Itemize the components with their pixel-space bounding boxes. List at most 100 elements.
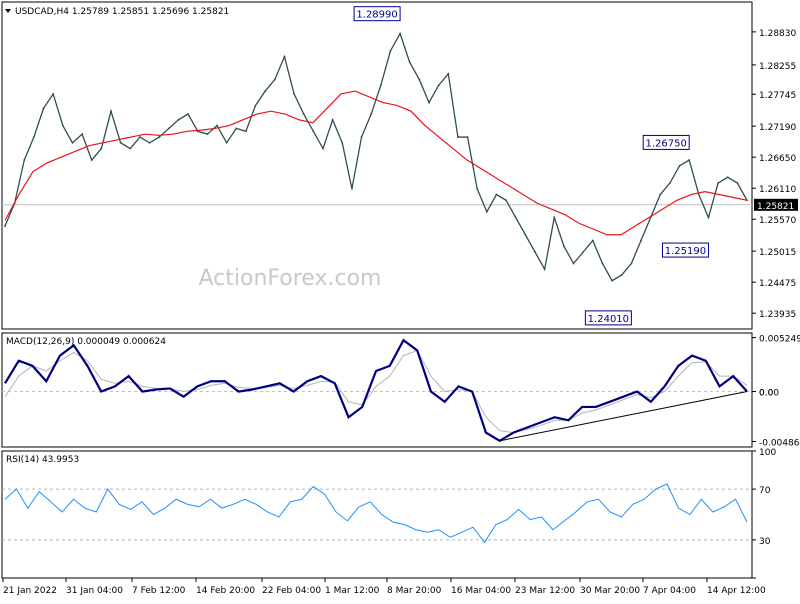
close-point [707,216,710,219]
close-point [736,182,739,184]
close-point [591,239,594,242]
close-point [659,193,662,196]
current-price-label: 1.25821 [757,202,794,212]
price-tick-label: 1.25570 [759,216,796,226]
close-point [582,251,585,253]
watermark: ActionForex.com [199,266,382,291]
close-point [553,216,556,219]
close-point [225,141,228,144]
price-tick-label: 1.27190 [759,123,796,133]
close-point [601,262,604,265]
close-point [399,32,401,35]
price-tick-label: 1.23935 [759,310,796,320]
close-point [543,268,546,271]
close-point [697,193,700,196]
x-tick-label: 7 Feb 12:00 [132,586,186,596]
price-header-text: USDCAD,H4 1.25789 1.25851 1.25696 1.2582… [15,7,229,17]
close-point [312,130,315,133]
close-point [726,176,729,179]
rsi-tick-label: 100 [759,448,776,458]
rsi-tick-label: 30 [759,537,771,547]
close-point [717,182,719,184]
close-point [534,251,536,253]
close-point [418,78,421,81]
annotation-label: 1.28990 [356,10,397,21]
close-point [466,136,469,138]
close-point [283,55,286,58]
close-point [322,147,324,150]
close-point [71,141,74,144]
close-point [90,159,93,161]
close-point [341,141,344,144]
macd-value-label: 0.00 [759,389,779,399]
rsi-y-axis: 100 70 30 [752,448,776,579]
close-point [216,124,218,127]
x-tick-label: 7 Apr 04:00 [643,586,696,596]
close-point [235,127,238,130]
close-point [620,274,623,276]
close-point [379,84,382,87]
close-point [630,262,633,265]
close-point [293,93,295,95]
close-point [563,245,565,248]
price-y-axis: 1.28830 1.28255 1.27745 1.27190 1.26650 1.261… [752,29,796,320]
close-point [505,199,507,202]
price-tick-label: 1.26650 [759,154,796,164]
close-point [139,136,141,138]
price-annotation: 1.25190 [661,242,709,258]
close-point [158,136,161,138]
current-price-tag: 1.25821 [754,198,798,212]
price-tick-label: 1.28830 [759,29,796,39]
close-point [177,118,180,121]
close-point [572,262,575,265]
macd-tick-label: 0.005249 [759,335,800,345]
close-point [23,159,26,161]
close-point [524,233,527,236]
close-point [457,136,459,138]
close-point [119,141,122,144]
close-point [187,113,189,115]
close-point [495,193,498,196]
macd-title: MACD(12,26,9) 0.000049 0.000624 [6,337,166,347]
close-point [4,225,6,228]
annotation-label: 1.25190 [665,246,706,257]
close-point [389,49,392,52]
x-tick-label: 31 Jan 04:00 [66,586,123,596]
annotation-label: 1.26750 [646,138,687,149]
price-annotation: 1.28990 [353,6,401,22]
macd-value-tag: 0.00 [759,389,779,399]
x-axis: 21 Jan 2022 31 Jan 04:00 7 Feb 12:00 14 Feb… [2,578,766,596]
price-tick-label: 1.25015 [759,248,796,258]
close-point [640,239,642,242]
x-tick-label: 21 Jan 2022 [3,586,57,596]
close-point [360,136,363,138]
close-point [42,107,45,110]
close-point [245,130,247,133]
x-tick-label: 8 Mar 20:00 [387,586,442,596]
price-header: USDCAD,H4 1.25789 1.25851 1.25696 1.2582… [5,7,229,17]
close-point [254,104,257,107]
x-tick-label: 14 Feb 20:00 [196,586,255,596]
rsi-tick-label: 70 [759,486,771,496]
annotation-label: 1.24010 [588,314,629,325]
close-point [264,90,267,92]
close-point [678,164,681,167]
close-point [100,147,103,150]
close-point [688,159,691,161]
close-point [302,113,305,115]
close-point [437,84,440,87]
close-point [351,187,353,190]
close-point [33,136,35,138]
price-annotation: 1.24010 [584,310,632,326]
close-point [447,72,450,75]
x-tick-label: 23 Mar 12:00 [515,586,575,596]
close-point [52,93,55,95]
close-point [476,187,479,190]
close-point [331,118,334,121]
rsi-title: RSI(14) 43.9953 [6,455,79,465]
close-point [129,147,132,150]
close-point [428,101,430,104]
chart-svg: ActionForex.com 1.28830 1.28255 1.27745 1.27… [1,1,800,596]
close-point [81,133,83,136]
x-tick-label: 22 Feb 04:00 [262,586,321,596]
